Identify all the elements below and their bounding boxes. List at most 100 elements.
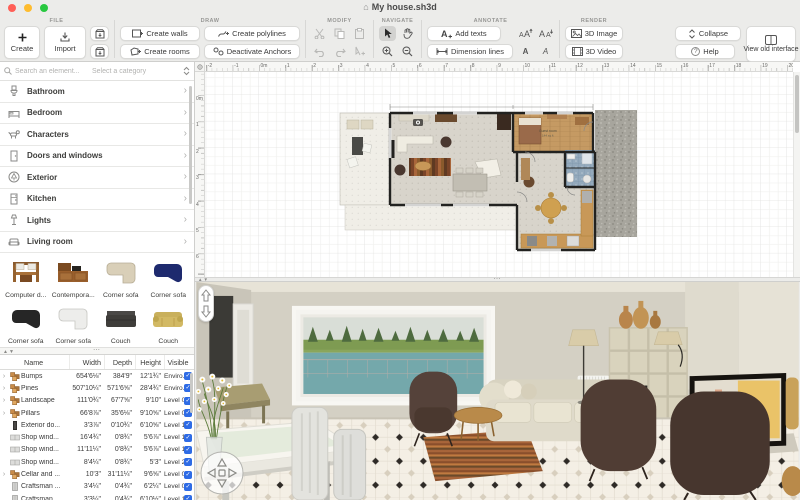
- table-row[interactable]: Shop wind...11'11¼"0'8¾"5'6⅞"Level 1✓: [0, 444, 194, 456]
- plan-view[interactable]: -2-10m1234567891011121314151617181920 0m…: [195, 62, 800, 277]
- plan-wardrobe[interactable]: [497, 114, 511, 130]
- decrease-text-size-button[interactable]: AA: [537, 26, 554, 41]
- deactivate-anchors-button[interactable]: Deactivate Anchors: [204, 44, 300, 59]
- add-texts-button[interactable]: A Add texts: [427, 26, 501, 41]
- catalog-item-couch-gray[interactable]: Couch: [97, 301, 145, 347]
- cut-button[interactable]: [311, 26, 328, 41]
- plan-kitchen-table[interactable]: [541, 198, 561, 218]
- plan-room-lower-terrace[interactable]: [345, 205, 517, 230]
- plan-sink[interactable]: [567, 154, 575, 159]
- visible-checkbox[interactable]: ✓: [184, 421, 192, 429]
- plan-oven[interactable]: [527, 236, 537, 246]
- plan-tv[interactable]: [391, 140, 395, 158]
- table-row[interactable]: ›Cellar and ...10'3"31'11¼"9'6⅝"Level 0✓: [0, 468, 194, 480]
- splitter-handle-icon[interactable]: ⋯: [93, 348, 101, 354]
- italic-style-button[interactable]: A: [537, 44, 554, 59]
- sidebar-item-bathroom[interactable]: Bathroom›: [0, 81, 194, 103]
- search-input[interactable]: [15, 68, 89, 75]
- plan-terrace-lounger[interactable]: [347, 120, 359, 129]
- navigation-dpad[interactable]: [200, 451, 244, 495]
- sidebar-item-characters[interactable]: Characters›: [0, 124, 194, 146]
- table-row[interactable]: Shop wind...8'4¼"0'8¾"5'3"Level 2✓: [0, 456, 194, 468]
- expander-icon[interactable]: ›: [0, 397, 8, 404]
- table-row[interactable]: ›Pines507'10¼"571'6⅝"28'4¾"Enviro...✓: [0, 382, 194, 394]
- expander-icon[interactable]: ›: [0, 410, 8, 417]
- splitter-handle-icon[interactable]: ⋯: [494, 278, 502, 281]
- visible-checkbox[interactable]: ✓: [184, 434, 192, 442]
- increase-text-size-button[interactable]: AA: [517, 26, 534, 41]
- add-point-button[interactable]: [351, 44, 368, 59]
- plan-coffee-table[interactable]: [415, 162, 431, 171]
- undo-button[interactable]: [311, 44, 328, 59]
- import-texture-library-button[interactable]: [90, 44, 109, 59]
- visible-checkbox[interactable]: ✓: [184, 495, 192, 500]
- plan-terrace-chair[interactable]: [362, 143, 372, 153]
- plan-cabinet[interactable]: [435, 114, 457, 122]
- table-row[interactable]: Craftsman ...3'4¼"0'4¾"6'2¼"Level 0✓: [0, 481, 194, 493]
- table-row[interactable]: Shop wind...16'4¾"0'8¾"5'6⅞"Level 1✓: [0, 431, 194, 443]
- column-header-height[interactable]: Height: [135, 355, 164, 369]
- visible-checkbox[interactable]: ✓: [184, 446, 192, 454]
- sidebar-item-lights[interactable]: Lights›: [0, 210, 194, 232]
- column-header-name[interactable]: Name: [0, 358, 69, 367]
- visible-checkbox[interactable]: ✓: [184, 458, 192, 466]
- select-tool-button[interactable]: [379, 26, 396, 41]
- table-scrollbar[interactable]: [190, 373, 193, 413]
- zoom-in-button[interactable]: [379, 44, 396, 59]
- elevation-down-icon[interactable]: [200, 304, 212, 318]
- plan-terrace-lounger[interactable]: [361, 120, 373, 129]
- sidebar-item-kitchen[interactable]: Kitchen›: [0, 189, 194, 211]
- create-walls-button[interactable]: Create walls: [120, 26, 200, 41]
- elevation-control[interactable]: [198, 285, 214, 322]
- plan-dishwasher[interactable]: [547, 236, 557, 246]
- plan-scrollbar-thumb[interactable]: [795, 75, 799, 133]
- create-button[interactable]: Create: [4, 26, 40, 59]
- catalog-item-contemporary-unit[interactable]: Contempora...: [50, 255, 98, 301]
- plan-armchair[interactable]: [395, 165, 406, 176]
- floor-plan-canvas[interactable]: Guest room 144 sq ft: [205, 72, 793, 277]
- column-header-visible[interactable]: Visible: [164, 355, 191, 369]
- dimension-lines-button[interactable]: Dimension lines: [427, 44, 513, 59]
- collapse-button[interactable]: Collapse: [675, 26, 741, 41]
- sidebar-item-exterior[interactable]: Exterior›: [0, 167, 194, 189]
- plan-scrollbar[interactable]: [793, 72, 800, 277]
- table-row[interactable]: Exterior do...3'3⅞"0'10¾"6'10⅝"Level 1✓: [0, 419, 194, 431]
- import-furniture-library-button[interactable]: [90, 26, 109, 41]
- pan-tool-button[interactable]: [399, 26, 416, 41]
- catalog-table-splitter[interactable]: ▲▼ ⋯: [0, 347, 194, 355]
- plan-armchair[interactable]: [441, 137, 452, 148]
- redo-button[interactable]: [331, 44, 348, 59]
- 3d-view[interactable]: [195, 282, 800, 500]
- bold-style-button[interactable]: A: [517, 44, 534, 59]
- table-row[interactable]: ›Pillars66'8⅞"35'6⅛"9'10⅝"Level 0✓: [0, 407, 194, 419]
- create-3d-video-button[interactable]: 3D Video: [565, 44, 623, 59]
- plan-terrace-table[interactable]: [352, 137, 363, 155]
- plan-shower[interactable]: [582, 153, 592, 164]
- sidebar-item-bedroom[interactable]: Bedroom›: [0, 103, 194, 125]
- plan-fridge[interactable]: [582, 191, 592, 203]
- create-rooms-button[interactable]: Create rooms: [120, 44, 200, 59]
- copy-button[interactable]: [331, 26, 348, 41]
- catalog-item-corner-sofa-black[interactable]: Corner sofa: [2, 301, 50, 347]
- sidebar-item-living-room[interactable]: Living room›: [0, 232, 194, 254]
- create-polylines-button[interactable]: Create polylines: [204, 26, 300, 41]
- plan-gravel-patio[interactable]: [595, 110, 637, 237]
- expander-icon[interactable]: ›: [0, 385, 8, 392]
- catalog-item-corner-sofa-beige[interactable]: Corner sofa: [97, 255, 145, 301]
- elevation-up-icon[interactable]: [200, 289, 212, 303]
- expander-icon[interactable]: ›: [0, 471, 8, 478]
- plan-kitchen-sink[interactable]: [567, 236, 579, 246]
- category-scrollbar[interactable]: [189, 86, 192, 204]
- 3d-canvas[interactable]: [195, 282, 800, 500]
- catalog-item-corner-sofa-white[interactable]: Corner sofa: [50, 301, 98, 347]
- stepper-icon[interactable]: [183, 66, 190, 76]
- category-select[interactable]: Select a category: [92, 68, 180, 75]
- plan-kitchen-cabinet[interactable]: [521, 158, 530, 180]
- visible-checkbox[interactable]: ✓: [184, 471, 192, 479]
- sidebar-item-doors-and-windows[interactable]: Doors and windows›: [0, 146, 194, 168]
- zoom-out-button[interactable]: [399, 44, 416, 59]
- table-row[interactable]: ›Bumps654'6⅛"384'9"12'1¾"Enviro...✓: [0, 370, 194, 382]
- column-header-width[interactable]: Width: [69, 355, 104, 369]
- plan-dining-table[interactable]: [453, 174, 487, 191]
- catalog-item-couch-yellow[interactable]: Couch: [145, 301, 193, 347]
